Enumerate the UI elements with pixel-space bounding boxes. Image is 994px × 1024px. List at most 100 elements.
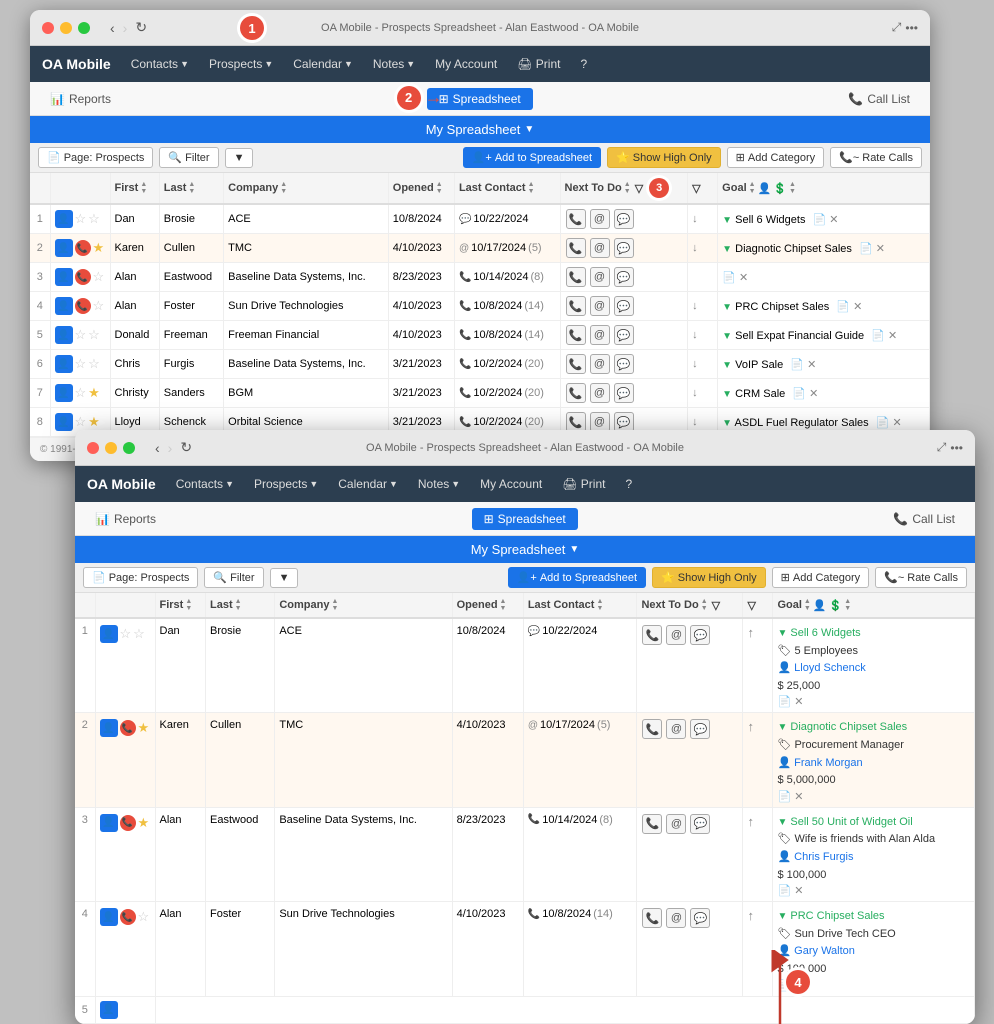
note-action-btn[interactable]: 💬 xyxy=(614,325,634,345)
email-action-btn[interactable]: @ xyxy=(590,209,610,229)
email-action-btn[interactable]: @ xyxy=(590,325,610,345)
favorite-star[interactable]: ★ xyxy=(88,414,100,430)
favorite-star[interactable]: ★ xyxy=(88,385,100,401)
delete-icon2-4[interactable]: ✕ xyxy=(794,980,803,992)
call-action-btn[interactable]: 📞 xyxy=(566,412,586,432)
delete-icon2-1[interactable]: ✕ xyxy=(794,696,803,708)
favorite-star2-3[interactable]: ★ xyxy=(138,815,150,831)
doc-icon[interactable]: 📄 xyxy=(876,417,890,429)
email-action-btn[interactable]: @ xyxy=(590,354,610,374)
filter-dropdown-button[interactable]: ▼ xyxy=(225,148,254,168)
call-action-btn[interactable]: 📞 xyxy=(566,238,586,258)
email-action-btn2-1[interactable]: @ xyxy=(666,625,686,645)
email-action-btn2-3[interactable]: @ xyxy=(666,814,686,834)
spreadsheet-dropdown-icon[interactable]: ▼ xyxy=(524,124,534,135)
person-icon2-5[interactable]: 👤 xyxy=(100,1001,118,1019)
favorite-star[interactable]: ☆ xyxy=(88,356,100,372)
back-icon[interactable]: ‹ xyxy=(110,20,115,36)
col-next-to-do[interactable]: Next To Do ▲▼ ▽ 3 xyxy=(560,173,688,204)
phone-icon2-4[interactable]: 📞 xyxy=(120,909,136,925)
doc-icon2-3[interactable]: 📄 xyxy=(777,885,791,897)
person-icon[interactable]: 👤 xyxy=(55,297,73,315)
priority-star[interactable]: ☆ xyxy=(75,414,87,430)
filter-button[interactable]: 🔍 Filter xyxy=(159,147,218,168)
minimize-button[interactable] xyxy=(60,22,72,34)
nav2-print[interactable]: 🖨 Print xyxy=(554,473,613,495)
col2-first[interactable]: First ▲▼ xyxy=(155,593,206,618)
delete-icon[interactable]: ✕ xyxy=(853,301,862,313)
call-action-btn[interactable]: 📞 xyxy=(566,296,586,316)
favorite-star2-4[interactable]: ☆ xyxy=(138,909,150,925)
refresh-icon2[interactable]: ↻ xyxy=(180,439,192,456)
person-icon2-3[interactable]: 👤 xyxy=(100,814,118,832)
delete-icon2-2[interactable]: ✕ xyxy=(794,791,803,803)
doc-icon[interactable]: 📄 xyxy=(836,301,850,313)
email-action-btn[interactable]: @ xyxy=(590,412,610,432)
delete-icon[interactable]: ✕ xyxy=(809,388,818,400)
nav-my-account[interactable]: My Account xyxy=(427,53,505,75)
doc-icon2-4[interactable]: 📄 xyxy=(777,980,791,992)
maximize-button[interactable] xyxy=(78,22,90,34)
delete-icon[interactable]: ✕ xyxy=(888,330,897,342)
nav-calendar[interactable]: Calendar ▼ xyxy=(285,53,361,75)
delete-icon[interactable]: ✕ xyxy=(876,243,885,255)
show-high-only-button[interactable]: ⭐ Show High Only xyxy=(607,147,721,168)
doc-icon[interactable]: 📄 xyxy=(813,214,827,226)
col2-last[interactable]: Last ▲▼ xyxy=(206,593,275,618)
priority-star[interactable]: ☆ xyxy=(75,385,87,401)
person-icon[interactable]: 👤 xyxy=(55,355,73,373)
nav2-notes[interactable]: Notes ▼ xyxy=(410,473,468,495)
note-action-btn[interactable]: 💬 xyxy=(614,412,634,432)
person-icon[interactable]: 👤 xyxy=(55,210,73,228)
email-action-btn[interactable]: @ xyxy=(590,267,610,287)
call-action-btn[interactable]: 📞 xyxy=(566,267,586,287)
call-action-btn[interactable]: 📞 xyxy=(566,209,586,229)
email-action-btn2-2[interactable]: @ xyxy=(666,719,686,739)
call-action-btn2-3[interactable]: 📞 xyxy=(642,814,662,834)
call-action-btn2-4[interactable]: 📞 xyxy=(642,908,662,928)
show-high-only-button2[interactable]: ⭐ Show High Only xyxy=(652,567,766,588)
phone-icon[interactable]: 📞 xyxy=(75,269,91,285)
col-company[interactable]: Company ▲▼ xyxy=(224,173,389,204)
email-action-btn[interactable]: @ xyxy=(590,238,610,258)
person-icon[interactable]: 👤 xyxy=(55,268,73,286)
note-action-btn[interactable]: 💬 xyxy=(614,238,634,258)
person-icon2-4[interactable]: 👤 xyxy=(100,908,118,926)
col2-next-to-do[interactable]: Next To Do ▲▼ ▽ xyxy=(637,593,743,618)
call-action-btn[interactable]: 📞 xyxy=(566,325,586,345)
call-action-btn[interactable]: 📞 xyxy=(566,354,586,374)
favorite-star[interactable]: ☆ xyxy=(88,211,100,227)
favorite-star2-1[interactable]: ☆ xyxy=(133,626,145,642)
rate-calls-button[interactable]: 📞~ Rate Calls xyxy=(830,147,922,168)
delete-icon2-3[interactable]: ✕ xyxy=(794,885,803,897)
person-icon[interactable]: 👤 xyxy=(55,413,73,431)
doc-icon[interactable]: 📄 xyxy=(722,272,736,284)
back-icon2[interactable]: ‹ xyxy=(155,440,160,456)
add-to-spreadsheet-button2[interactable]: 👤+ Add to Spreadsheet xyxy=(508,567,646,588)
refresh-icon[interactable]: ↻ xyxy=(135,19,147,36)
phone-icon2-2[interactable]: 📞 xyxy=(120,720,136,736)
page-prospects-button[interactable]: 📄 Page: Prospects xyxy=(38,147,153,168)
nav2-calendar[interactable]: Calendar ▼ xyxy=(330,473,406,495)
favorite-star[interactable]: ☆ xyxy=(93,269,105,285)
tab2-reports[interactable]: 📊 Reports xyxy=(83,508,168,530)
minimize-button2[interactable] xyxy=(105,442,117,454)
nav-notes[interactable]: Notes ▼ xyxy=(365,53,423,75)
doc-icon2-1[interactable]: 📄 xyxy=(777,696,791,708)
email-action-btn[interactable]: @ xyxy=(590,296,610,316)
doc-icon[interactable]: 📄 xyxy=(790,359,804,371)
person-icon[interactable]: 👤 xyxy=(55,384,73,402)
doc-icon2-2[interactable]: 📄 xyxy=(777,791,791,803)
doc-icon[interactable]: 📄 xyxy=(792,388,806,400)
maximize-button2[interactable] xyxy=(123,442,135,454)
delete-icon[interactable]: ✕ xyxy=(892,417,901,429)
filter-button2[interactable]: 🔍 Filter xyxy=(204,567,263,588)
email-action-btn2-4[interactable]: @ xyxy=(666,908,686,928)
close-button[interactable] xyxy=(42,22,54,34)
priority-star[interactable]: ☆ xyxy=(75,327,87,343)
note-action-btn2-1[interactable]: 💬 xyxy=(690,625,710,645)
doc-icon[interactable]: 📄 xyxy=(859,243,873,255)
add-category-button2[interactable]: ⊞ Add Category xyxy=(772,567,869,588)
col2-goal[interactable]: Goal ▲▼ 👤 💲 ▲▼ xyxy=(773,593,975,618)
nav2-help[interactable]: ? xyxy=(617,473,640,495)
